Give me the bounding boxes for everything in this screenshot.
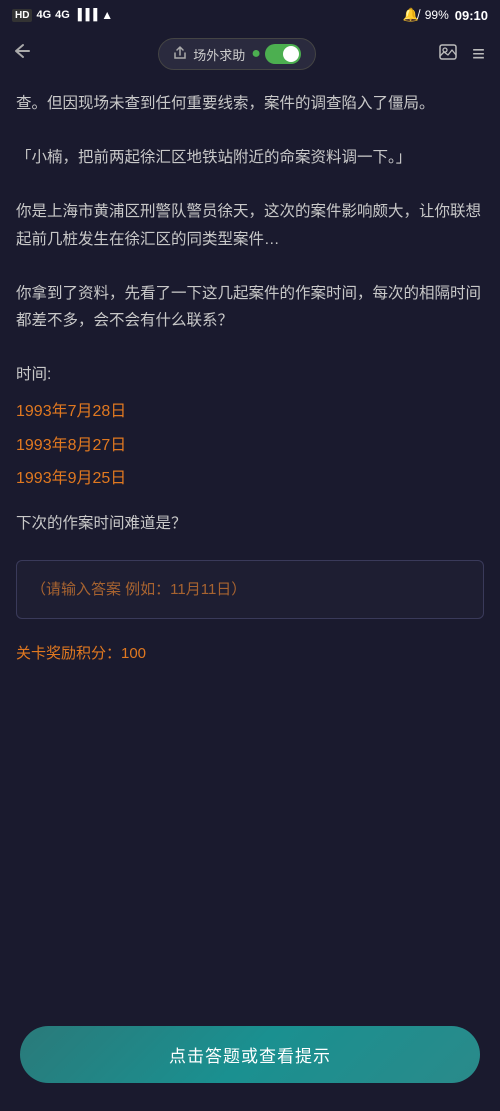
submit-button[interactable]: 点击答题或查看提示 (20, 1026, 480, 1083)
paragraph-3: 你拿到了资料，先看了一下这几起案件的作案时间，每次的相隔时间都差不多，会不会有什… (16, 280, 484, 336)
reward-text: 关卡奖励积分：100 (16, 641, 484, 667)
bottom-area: 点击答题或查看提示 (0, 1014, 500, 1111)
help-label: 场外求助 (193, 45, 245, 64)
nav-bar: 场外求助 ● ≡ (0, 28, 500, 80)
menu-icon[interactable]: ≡ (472, 41, 486, 67)
toggle-thumb (283, 46, 299, 62)
bell-muted-icon: 🔔̸ (403, 7, 419, 23)
back-button[interactable] (14, 40, 36, 68)
wifi-icon: ▲ (101, 8, 113, 22)
image-icon[interactable] (438, 42, 458, 67)
question-text: 下次的作案时间难道是？ (16, 510, 484, 538)
answer-input-wrapper[interactable] (16, 560, 484, 619)
wechat-toggle[interactable]: ● (251, 44, 301, 64)
help-button[interactable]: 场外求助 ● (158, 38, 316, 70)
date-3: 1993年9月25日 (16, 465, 484, 492)
hd-badge: HD (12, 9, 32, 22)
content-area: 查。但因现场未查到任何重要线索，案件的调查陷入了僵局。 「小楠，把前两起徐汇区地… (0, 80, 500, 1014)
paragraph-1: 查。但因现场未查到任何重要线索，案件的调查陷入了僵局。 (16, 90, 484, 118)
answer-input[interactable] (31, 571, 469, 608)
toggle-track[interactable] (265, 44, 301, 64)
signal-4g-2: 4G (55, 9, 70, 21)
wechat-icon: ● (251, 45, 261, 63)
signal-4g-1: 4G (36, 9, 51, 21)
paragraph-2: 你是上海市黄浦区刑警队警员徐天，这次的案件影响颇大，让你联想起前几桩发生在徐汇区… (16, 198, 484, 254)
date-1: 1993年7月28日 (16, 398, 484, 425)
status-right: 🔔̸ 99% 09:10 (403, 7, 488, 23)
battery-indicator: 99% (425, 8, 449, 22)
signal-bars: ▐▐▐ (74, 9, 97, 21)
time-display: 09:10 (455, 8, 488, 23)
share-icon (173, 46, 187, 63)
status-bar: HD 4G 4G ▐▐▐ ▲ 🔔̸ 99% 09:10 (0, 0, 500, 28)
time-label: 时间: (16, 361, 484, 388)
dialogue-text: 「小楠，把前两起徐汇区地铁站附近的命案资料调一下。」 (16, 144, 484, 172)
status-left: HD 4G 4G ▐▐▐ ▲ (12, 8, 113, 22)
date-2: 1993年8月27日 (16, 432, 484, 459)
nav-right-group: ≡ (438, 41, 486, 67)
